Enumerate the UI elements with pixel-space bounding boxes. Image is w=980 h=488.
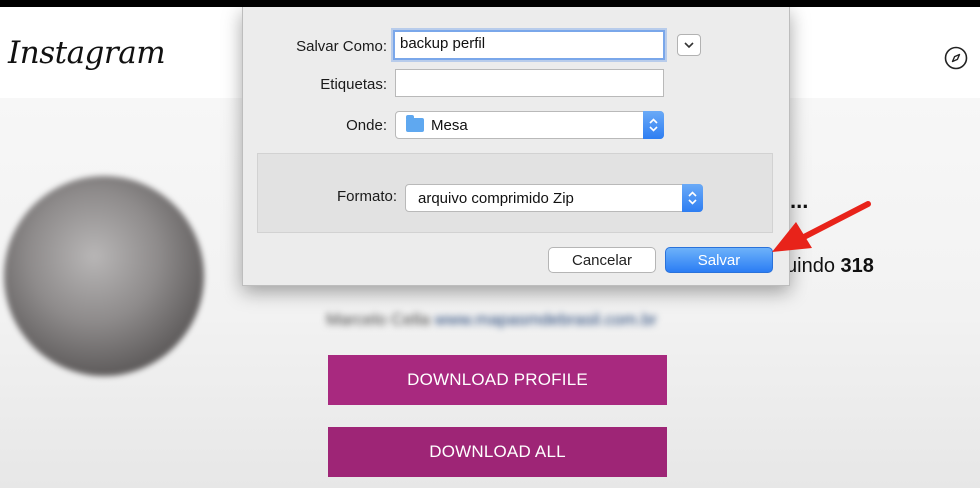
where-value: Mesa [431, 116, 468, 134]
download-all-button[interactable]: DOWNLOAD ALL [328, 427, 667, 477]
top-black-bar [0, 0, 980, 7]
bio-name: Marcelo Cella [326, 310, 430, 329]
save-as-label: Salvar Como: [296, 38, 387, 55]
chevron-down-icon [684, 41, 694, 48]
where-label: Onde: [346, 117, 387, 134]
format-select[interactable]: arquivo comprimido Zip [405, 184, 703, 212]
instagram-logo[interactable]: Instagram [8, 35, 166, 71]
expand-dialog-button[interactable] [677, 34, 701, 56]
select-stepper-icon [682, 184, 703, 212]
profile-bio: Marcelo Cella www.mapasmdebrasil.com.br [326, 310, 657, 330]
tags-label: Etiquetas: [320, 76, 387, 93]
annotation-arrow [772, 201, 871, 252]
compass-icon[interactable] [944, 46, 968, 70]
download-profile-button[interactable]: DOWNLOAD PROFILE [328, 355, 667, 405]
select-stepper-icon [643, 111, 664, 139]
bio-link[interactable]: www.mapasmdebrasil.com.br [435, 310, 657, 329]
profile-avatar [4, 176, 204, 376]
folder-icon [406, 115, 424, 132]
format-value: arquivo comprimido Zip [418, 189, 574, 207]
save-button[interactable]: Salvar [665, 247, 773, 273]
format-label: Formato: [336, 188, 397, 205]
save-dialog: Salvar Como: backup perfil Etiquetas: On… [242, 7, 790, 286]
save-as-input[interactable]: backup perfil [393, 30, 665, 60]
where-select[interactable]: Mesa [395, 111, 664, 139]
tags-input[interactable] [395, 69, 664, 97]
cancel-button[interactable]: Cancelar [548, 247, 656, 273]
